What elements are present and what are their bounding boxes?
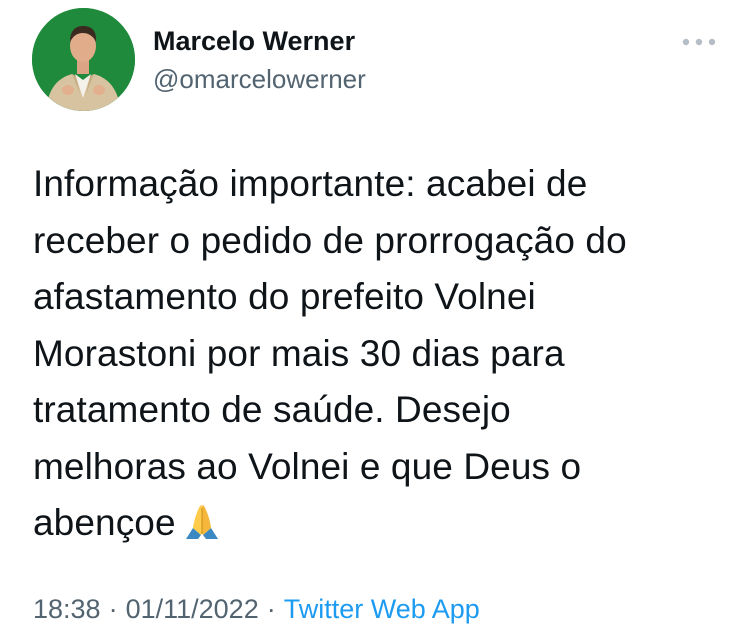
more-horizontal-icon [682, 38, 716, 46]
tweet-time[interactable]: 18:38 [33, 594, 101, 624]
folded-hands-emoji [182, 501, 222, 558]
tweet-meta: 18:38 · 01/11/2022 · Twitter Web App [33, 594, 480, 625]
author-handle[interactable]: @omarcelowerner [153, 64, 366, 95]
tweet-text-content: Informação importante: acabei de receber… [33, 163, 627, 543]
author-display-name[interactable]: Marcelo Werner [153, 26, 355, 57]
tweet-card: Marcelo Werner @omarcelowerner Informaçã… [0, 0, 750, 641]
avatar[interactable] [32, 8, 135, 111]
tweet-text: Informação importante: acabei de receber… [33, 156, 733, 558]
avatar-photo [32, 8, 135, 111]
tweet-date[interactable]: 01/11/2022 [126, 594, 259, 624]
more-options-button[interactable] [676, 24, 722, 60]
tweet-source-link[interactable]: Twitter Web App [284, 594, 480, 624]
meta-separator: · [108, 594, 118, 624]
meta-separator-2: · [266, 594, 276, 624]
